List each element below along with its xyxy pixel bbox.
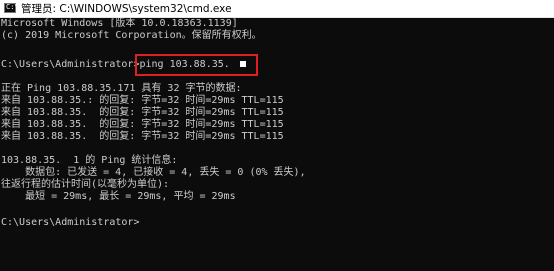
console-line-packets: 数据包: 已发送 = 4, 已接收 = 4, 丢失 = 0 (0% 丢失), (1, 167, 306, 178)
console-line-version: Microsoft Windows [版本 10.0.18363.1139] (1, 18, 238, 29)
command-highlight-box (135, 54, 258, 76)
console-line-reply: 来自 103.88.35. 的回复: 字节=32 时间=29ms TTL=115 (1, 131, 284, 142)
cmd-icon: C:\ (4, 3, 19, 13)
console-line-reply: 来自 103.88.35.: 的回复: 字节=32 时间=29ms TTL=11… (1, 95, 284, 106)
console-line-rtt-header: 往返行程的估计时间(以毫秒为单位): (1, 179, 170, 190)
cmd-window: C:\ 管理员: C:\WINDOWS\system32\cmd.exe Mic… (0, 0, 554, 271)
console-area[interactable]: Microsoft Windows [版本 10.0.18363.1139] (… (0, 18, 554, 271)
console-line-rtt-values: 最短 = 29ms, 最长 = 29ms, 平均 = 29ms (1, 191, 236, 202)
console-line-stats-header: 103.88.35. 1 的 Ping 统计信息: (1, 155, 178, 166)
console-line-reply: 来自 103.88.35. 的回复: 字节=32 时间=29ms TTL=115 (1, 119, 284, 130)
title-bar[interactable]: C:\ 管理员: C:\WINDOWS\system32\cmd.exe (0, 0, 554, 18)
window-title: 管理员: C:\WINDOWS\system32\cmd.exe (21, 3, 232, 15)
console-line-copyright: (c) 2019 Microsoft Corporation。保留所有权利。 (1, 30, 262, 41)
console-line-ping-start: 正在 Ping 103.88.35.171 具有 32 字节的数据: (1, 83, 242, 94)
console-line-reply: 来自 103.88.35. 的回复: 字节=32 时间=29ms TTL=115 (1, 107, 284, 118)
console-line-prompt[interactable]: C:\Users\Administrator> (1, 217, 139, 229)
